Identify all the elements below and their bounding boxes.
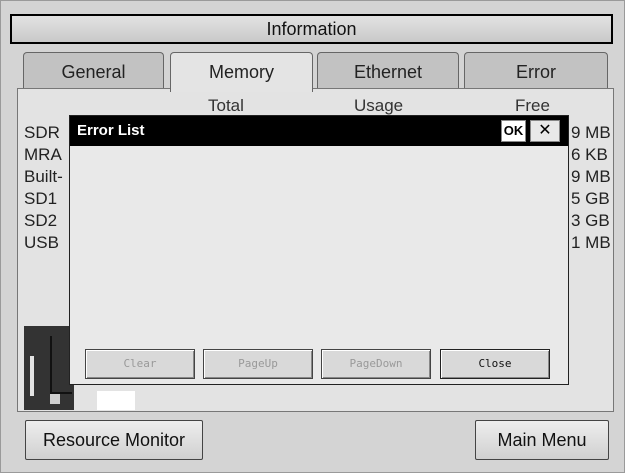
device-indicator-icon: [50, 394, 60, 404]
page-up-button[interactable]: PageUp: [203, 349, 313, 379]
window-title: Information: [266, 19, 357, 39]
resource-monitor-button[interactable]: Resource Monitor: [25, 420, 203, 460]
tab-ethernet[interactable]: Ethernet: [317, 52, 459, 89]
column-header-usage: Usage: [354, 96, 404, 115]
main-menu-button[interactable]: Main Menu: [475, 420, 609, 460]
memory-row-label: SDR: [24, 123, 60, 142]
clear-button[interactable]: Clear: [85, 349, 195, 379]
memory-row-free: 9 MB: [571, 123, 611, 142]
memory-row-label: USB: [24, 233, 59, 252]
close-button[interactable]: Close: [440, 349, 550, 379]
ok-button[interactable]: OK: [501, 120, 526, 142]
memory-row-label: MRA: [24, 145, 62, 164]
error-list-area: [70, 146, 568, 342]
page-down-button[interactable]: PageDown: [321, 349, 431, 379]
title-bar: Information: [10, 14, 613, 44]
memory-row-label: SD1: [24, 189, 58, 208]
tab-error[interactable]: Error: [464, 52, 608, 89]
device-slot: [30, 356, 34, 396]
column-header-free: Free: [515, 96, 550, 115]
tab-memory[interactable]: Memory: [170, 52, 313, 92]
memory-row-label: SD2: [24, 211, 58, 230]
memory-row-free: 3 GB: [571, 211, 610, 230]
memory-row-free: 6 KB: [571, 145, 608, 164]
memory-row-label: Built-: [24, 167, 63, 186]
close-icon[interactable]: ✕: [530, 120, 560, 142]
tab-general[interactable]: General: [23, 52, 164, 89]
dialog-title-bar: Error List OK ✕: [70, 116, 568, 146]
device-label-area: [97, 391, 135, 410]
device-image: [24, 326, 74, 410]
memory-row-free: 9 MB: [571, 167, 611, 186]
memory-row-free: 1 MB: [571, 233, 611, 252]
column-header-total: Total: [208, 96, 244, 115]
memory-row-free: 5 GB: [571, 189, 610, 208]
error-list-dialog: Error List OK ✕ Clear PageUp PageDown Cl…: [69, 115, 569, 385]
dialog-title: Error List: [77, 122, 145, 139]
